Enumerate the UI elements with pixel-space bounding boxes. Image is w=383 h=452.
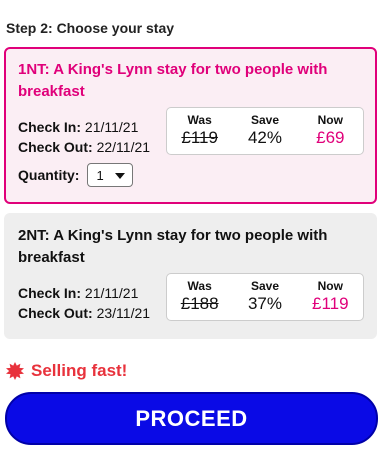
save-label: Save (250, 113, 279, 127)
was-label: Was (187, 279, 212, 293)
starburst-icon (6, 362, 24, 380)
price-box: Was £188 Save 37% Now £119 (166, 273, 364, 321)
selling-fast-notice: Selling fast! (6, 361, 127, 381)
offer-title: 1NT: A King's Lynn stay for two people w… (18, 61, 328, 100)
save-label: Save (250, 279, 279, 293)
now-column: Now £69 (298, 108, 363, 154)
check-in-row: Check In: 21/11/21 (18, 117, 150, 137)
check-out-row: Check Out: 23/11/21 (18, 303, 150, 323)
offer-dates: Check In: 21/11/21 Check Out: 22/11/21 (18, 117, 150, 157)
save-percent: 37% (247, 294, 282, 313)
page: Step 2: Choose your stay 1NT: A King's L… (0, 0, 383, 452)
check-out-date: 23/11/21 (96, 305, 151, 321)
save-percent: 42% (247, 128, 282, 147)
chevron-down-icon (115, 173, 126, 179)
offer-card-2nt[interactable]: 2NT: A King's Lynn stay for two people w… (4, 213, 377, 339)
was-price: £119 (181, 128, 218, 147)
was-price: £188 (180, 294, 219, 313)
price-box: Was £119 Save 42% Now £69 (166, 107, 364, 155)
check-out-label: Check Out: (18, 139, 93, 155)
quantity-select[interactable]: 1 (87, 163, 134, 187)
offer-dates: Check In: 21/11/21 Check Out: 23/11/21 (18, 283, 150, 323)
was-column: Was £188 (167, 274, 232, 320)
check-in-date: 21/11/21 (84, 119, 139, 135)
offer-title: 2NT: A King's Lynn stay for two people w… (18, 227, 328, 266)
check-out-label: Check Out: (18, 305, 93, 321)
proceed-button[interactable]: PROCEED (5, 392, 378, 445)
check-out-date: 22/11/21 (96, 139, 151, 155)
step-title: Step 2: Choose your stay (6, 20, 175, 36)
quantity-row: Quantity: 1 (18, 163, 134, 187)
check-in-label: Check In: (18, 119, 82, 135)
selling-fast-text: Selling fast! (31, 361, 128, 380)
was-label: Was (187, 113, 212, 127)
check-in-date: 21/11/21 (84, 285, 139, 301)
now-price: £119 (312, 294, 349, 313)
check-in-row: Check In: 21/11/21 (18, 283, 150, 303)
check-in-label: Check In: (18, 285, 82, 301)
now-column: Now £119 (298, 274, 363, 320)
quantity-value: 1 (96, 167, 104, 183)
check-out-row: Check Out: 22/11/21 (18, 137, 150, 157)
now-label: Now (317, 113, 343, 127)
save-column: Save 37% (232, 274, 297, 320)
offer-card-1nt[interactable]: 1NT: A King's Lynn stay for two people w… (4, 47, 377, 204)
save-column: Save 42% (232, 108, 297, 154)
was-column: Was £119 (167, 108, 232, 154)
quantity-label: Quantity: (18, 167, 80, 183)
now-price: £69 (316, 128, 345, 147)
now-label: Now (317, 279, 343, 293)
